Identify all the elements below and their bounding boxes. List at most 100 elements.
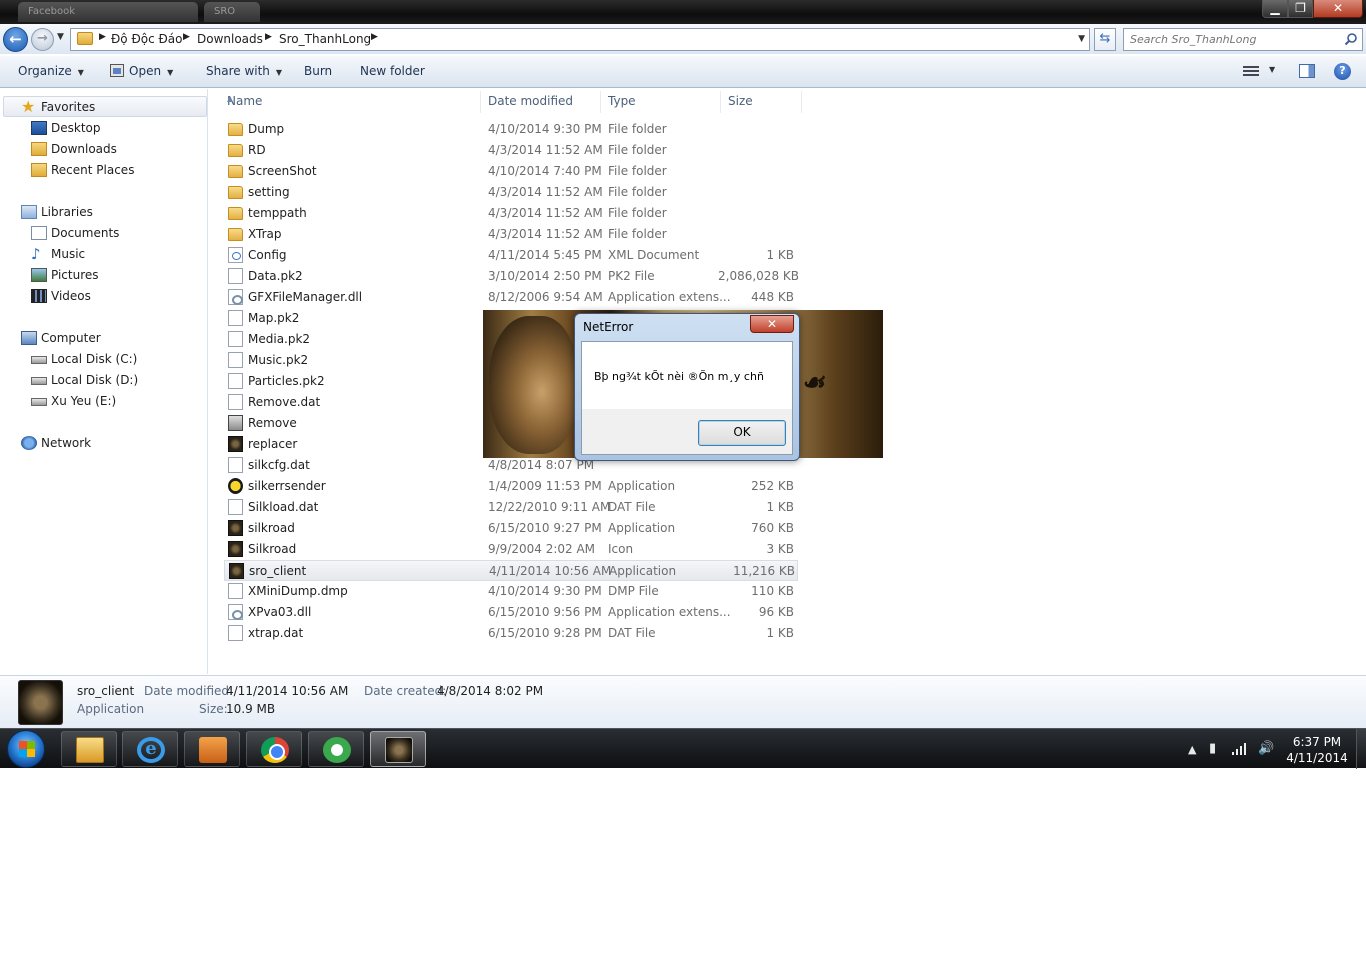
file-date-modified: 4/3/2014 11:52 AM xyxy=(488,227,603,241)
chevron-right-icon[interactable]: ▶ xyxy=(99,32,106,42)
taskbar-sro-client[interactable] xyxy=(370,731,426,767)
forward-button[interactable]: → xyxy=(31,28,54,51)
signal-strength-icon[interactable] xyxy=(1232,743,1248,755)
file-thumbnail xyxy=(18,680,63,725)
file-row[interactable]: GFXFileManager.dll 8/12/2006 9:54 AM Appli… xyxy=(224,287,798,308)
taskbar-internet-explorer[interactable]: e xyxy=(122,731,178,767)
organize-button[interactable]: Organize ▼ xyxy=(18,64,84,78)
file-row[interactable]: Dump 4/10/2014 9:30 PM File folder xyxy=(224,119,798,140)
file-name: Silkroad xyxy=(248,542,297,556)
taskbar-coccoc[interactable] xyxy=(308,731,364,767)
file-row[interactable]: Data.pk2 3/10/2014 2:50 PM PK2 File 2,086,0… xyxy=(224,266,799,287)
file-row[interactable]: ScreenShot 4/10/2014 7:40 PM File folder xyxy=(224,161,798,182)
file-row[interactable]: silkerrsender 1/4/2009 11:53 PM Applicatio… xyxy=(224,476,798,497)
back-button[interactable]: ← xyxy=(3,27,28,52)
nav-label: Downloads xyxy=(51,142,117,156)
taskbar: e ▲ ▮ 🔊 6:37 PM 4/11/2014 xyxy=(0,728,1366,769)
refresh-button[interactable]: ⇆ xyxy=(1094,28,1116,51)
file-row[interactable]: silkroad 6/15/2010 9:27 PM Application 760 … xyxy=(224,518,798,539)
label: Date created: xyxy=(364,684,447,698)
recent-pages-dropdown[interactable]: ▼ xyxy=(57,32,64,42)
chevron-right-icon[interactable]: ▶ xyxy=(371,32,378,42)
navigation-pane[interactable]: ★ Favorites Desktop Downloads Recent Plac… xyxy=(0,89,208,674)
window-title-bar[interactable]: Facebook SRO ▁ ❐ ✕ xyxy=(0,0,1366,24)
breadcrumb-item-current[interactable]: Sro_ThanhLong xyxy=(279,32,371,46)
file-size: 252 KB xyxy=(751,479,794,493)
nav-label: Local Disk (D:) xyxy=(51,373,139,387)
file-row[interactable]: XPva03.dll 6/15/2010 9:56 PM Application e… xyxy=(224,602,798,623)
file-row[interactable]: temppath 4/3/2014 11:52 AM File folder xyxy=(224,203,798,224)
nav-label: Desktop xyxy=(51,121,101,135)
views-icon[interactable] xyxy=(1243,64,1259,77)
breadcrumb-item-root[interactable]: Độ Độc Đáo xyxy=(111,32,183,46)
start-button[interactable] xyxy=(7,730,45,768)
file-size: 1 KB xyxy=(766,500,794,514)
back-arrow-icon: ← xyxy=(9,30,22,48)
share-with-button[interactable]: Share with ▼ xyxy=(206,64,282,78)
file-name: Media.pk2 xyxy=(248,332,311,346)
dialog-close-button[interactable]: ✕ xyxy=(750,315,794,333)
breadcrumb-item-downloads[interactable]: Downloads xyxy=(197,32,263,46)
close-button[interactable]: ✕ xyxy=(1313,0,1363,18)
address-history-dropdown[interactable]: ▼ xyxy=(1078,34,1085,44)
column-header-date-modified[interactable]: Date modified xyxy=(480,91,601,113)
search-input[interactable] xyxy=(1130,31,1340,48)
battery-icon[interactable]: ▮ xyxy=(1209,741,1216,756)
file-row[interactable]: XMiniDump.dmp 4/10/2014 9:30 PM DMP File 11… xyxy=(224,581,798,602)
background-tab-2[interactable]: SRO xyxy=(204,2,260,22)
file-icon xyxy=(228,394,243,410)
clock-time: 6:37 PM xyxy=(1292,735,1342,749)
desktop-screen: Facebook SRO ▁ ❐ ✕ ← → ▼ ▶ Độ Độc Đáo ▶ … xyxy=(0,0,1366,955)
column-header-size[interactable]: Size xyxy=(720,91,802,113)
maximize-button[interactable]: ❐ xyxy=(1288,0,1313,18)
file-row[interactable]: RD 4/3/2014 11:52 AM File folder xyxy=(224,140,798,161)
file-row[interactable]: setting 4/3/2014 11:52 AM File folder xyxy=(224,182,798,203)
show-desktop-button[interactable] xyxy=(1356,729,1366,769)
column-header-name[interactable]: Name ▲ xyxy=(219,91,481,113)
chevron-right-icon[interactable]: ▶ xyxy=(265,32,272,42)
preview-pane-icon[interactable] xyxy=(1299,64,1315,78)
search-icon[interactable] xyxy=(1344,32,1358,46)
error-dialog[interactable]: NetError ✕ Bþ ng¾t kÕt nèi ®Õn m¸y chñ O… xyxy=(574,313,800,461)
volume-icon[interactable]: 🔊 xyxy=(1258,741,1274,756)
breadcrumb[interactable]: ▶ Độ Độc Đáo ▶ Downloads ▶ Sro_ThanhLong… xyxy=(70,28,1090,51)
file-row[interactable]: xtrap.dat 6/15/2010 9:28 PM DAT File 1 KB xyxy=(224,623,798,644)
file-type: File folder xyxy=(608,143,667,157)
taskbar-media-player[interactable] xyxy=(184,731,240,767)
file-name: setting xyxy=(248,185,290,199)
details-size-label: Size: xyxy=(199,702,228,716)
file-size: 2,086,028 KB xyxy=(718,269,799,283)
column-header-type[interactable]: Type xyxy=(600,91,721,113)
file-name: Particles.pk2 xyxy=(248,374,325,388)
taskbar-explorer[interactable] xyxy=(61,731,117,767)
search-box[interactable] xyxy=(1123,28,1363,51)
silkroad-game-icon xyxy=(385,737,413,763)
show-hidden-icons-arrow[interactable]: ▲ xyxy=(1188,743,1196,756)
file-row[interactable]: Config 4/11/2014 5:45 PM XML Document 1 KB xyxy=(224,245,798,266)
file-row[interactable]: XTrap 4/3/2014 11:52 AM File folder xyxy=(224,224,798,245)
file-size: 1 KB xyxy=(766,248,794,262)
minimize-button[interactable]: ▁ xyxy=(1262,0,1288,18)
help-icon[interactable]: ? xyxy=(1334,63,1351,80)
file-row[interactable]: Silkload.dat 12/22/2010 9:11 AM DAT File 1 … xyxy=(224,497,798,518)
dll-file-icon xyxy=(228,289,243,305)
file-icon xyxy=(228,373,243,389)
taskbar-chrome[interactable] xyxy=(246,731,302,767)
ok-button[interactable]: OK xyxy=(698,420,786,446)
background-tab[interactable]: Facebook xyxy=(18,2,198,22)
new-folder-button[interactable]: New folder xyxy=(360,64,425,78)
nav-label: Videos xyxy=(51,289,91,303)
burn-button[interactable]: Burn xyxy=(304,64,332,78)
open-button[interactable]: Open ▼ xyxy=(110,64,173,78)
internet-explorer-icon: e xyxy=(137,737,165,763)
file-row[interactable]: sro_client 4/11/2014 10:56 AM Application 1… xyxy=(224,560,798,581)
chevron-right-icon[interactable]: ▶ xyxy=(183,32,190,42)
views-dropdown-icon[interactable]: ▼ xyxy=(1269,65,1275,74)
hard-disk-icon xyxy=(31,377,47,385)
file-name: temppath xyxy=(248,206,307,220)
column-header-label: Size xyxy=(728,94,753,108)
system-clock[interactable]: 6:37 PM 4/11/2014 xyxy=(1282,734,1352,766)
nav-label: Documents xyxy=(51,226,120,240)
file-row[interactable]: Silkroad 9/9/2004 2:02 AM Icon 3 KB xyxy=(224,539,798,560)
file-type: File folder xyxy=(608,164,667,178)
